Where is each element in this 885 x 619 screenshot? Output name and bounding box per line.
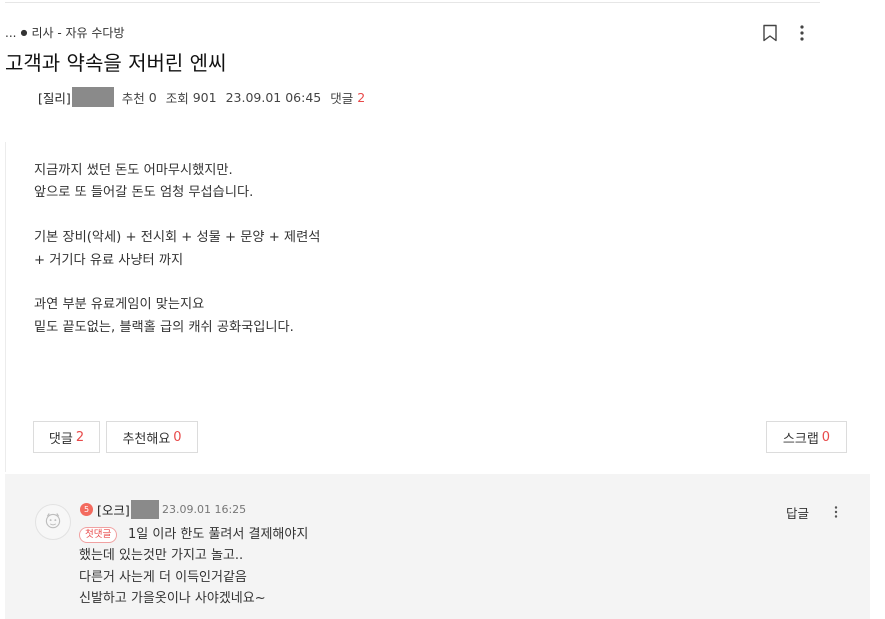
views-label: 조회 (165, 90, 189, 106)
recommend-button-count: 0 (173, 429, 182, 445)
post-author[interactable]: [질리] (38, 88, 71, 107)
body-line: 기본 장비(악세) + 전시회 + 성물 + 문양 + 제련석 (34, 230, 321, 246)
comments-count: 2 (357, 89, 366, 105)
body-line: 지금까지 썼던 돈도 어마무시했지만. (34, 163, 233, 178)
level-badge: 5 (80, 503, 93, 516)
post-datetime: 23.09.01 06:45 (225, 89, 322, 105)
body-paragraph: 과연 부분 유료게임이 맞는지요 밑도 끝도없는, 블랙홀 급의 캐쉬 공화국입… (34, 294, 320, 339)
comment-button-count: 2 (75, 429, 85, 445)
comment-button-label: 댓글 (48, 431, 73, 447)
comment-line: 1일 이라 한도 풀려서 결제해야지 (128, 527, 309, 542)
comment-author-redaction (130, 500, 159, 519)
recommend-label: 추천 (121, 90, 145, 106)
scrap-button-label: 스크랩 (782, 431, 819, 447)
comment-author-name[interactable]: [오크] (97, 500, 130, 519)
comment-author[interactable]: [오크] (97, 500, 159, 519)
breadcrumb-board[interactable]: 리사 - 자유 수다방 (31, 24, 124, 41)
comment-line: 신발하고 가을옷이나 사야겠네요~ (79, 590, 266, 606)
reply-button[interactable]: 답글 (786, 503, 809, 522)
breadcrumb[interactable]: ... ● 리사 - 자유 수다방 (5, 24, 125, 41)
comment-more-icon[interactable] (831, 505, 841, 519)
author-name-redaction (71, 87, 114, 107)
recommend-button[interactable]: 추천해요 0 (106, 421, 198, 453)
top-divider (5, 2, 820, 3)
body-line: + 거기다 유료 사냥터 까지 (34, 252, 184, 268)
recommend-count: 0 (148, 89, 157, 105)
post-body: 지금까지 썼던 돈도 어마무시했지만. 앞으로 또 들어갈 돈도 엄청 무섭습니… (34, 160, 320, 362)
body-paragraph: 지금까지 썼던 돈도 어마무시했지만. 앞으로 또 들어갈 돈도 엄청 무섭습니… (34, 160, 320, 205)
breadcrumb-ellipsis[interactable]: ... (5, 26, 16, 40)
recommend-button-label: 추천해요 (122, 431, 171, 447)
comments-label: 댓글 (330, 90, 354, 106)
body-line: 앞으로 또 들어갈 돈도 엄청 무섭습니다. (34, 185, 254, 201)
body-paragraph: 기본 장비(악세) + 전시회 + 성물 + 문양 + 제련석 + 거기다 유료… (34, 227, 320, 272)
comment-body: 1일 이라 한도 풀려서 결제해야지 했는데 있는것만 가지고 놀고.. 다른거… (79, 524, 308, 609)
body-line: 과연 부분 유료게임이 맞는지요 (34, 297, 205, 313)
scrap-button-count: 0 (821, 429, 831, 445)
comment-line: 다른거 사는게 더 이득인거같음 (79, 569, 247, 585)
comment-datetime: 23.09.01 16:25 (162, 503, 247, 516)
default-avatar-icon[interactable] (35, 504, 71, 540)
scrap-button[interactable]: 스크랩 0 (766, 421, 847, 453)
comment-button[interactable]: 댓글 2 (33, 421, 100, 453)
body-line: 밑도 끝도없는, 블랙홀 급의 캐쉬 공화국입니다. (34, 319, 294, 335)
more-vertical-icon[interactable] (795, 24, 809, 42)
bookmark-icon[interactable] (762, 24, 778, 42)
post-title: 고객과 약속을 저버린 엔씨 (5, 51, 227, 75)
views-count: 901 (192, 89, 217, 105)
comment-line: 했는데 있는것만 가지고 놀고.. (79, 548, 244, 564)
post-meta: [질리] 추천 0 조회 901 23.09.01 06:45 댓글 2 (38, 87, 365, 107)
breadcrumb-dot: ● (20, 28, 28, 37)
